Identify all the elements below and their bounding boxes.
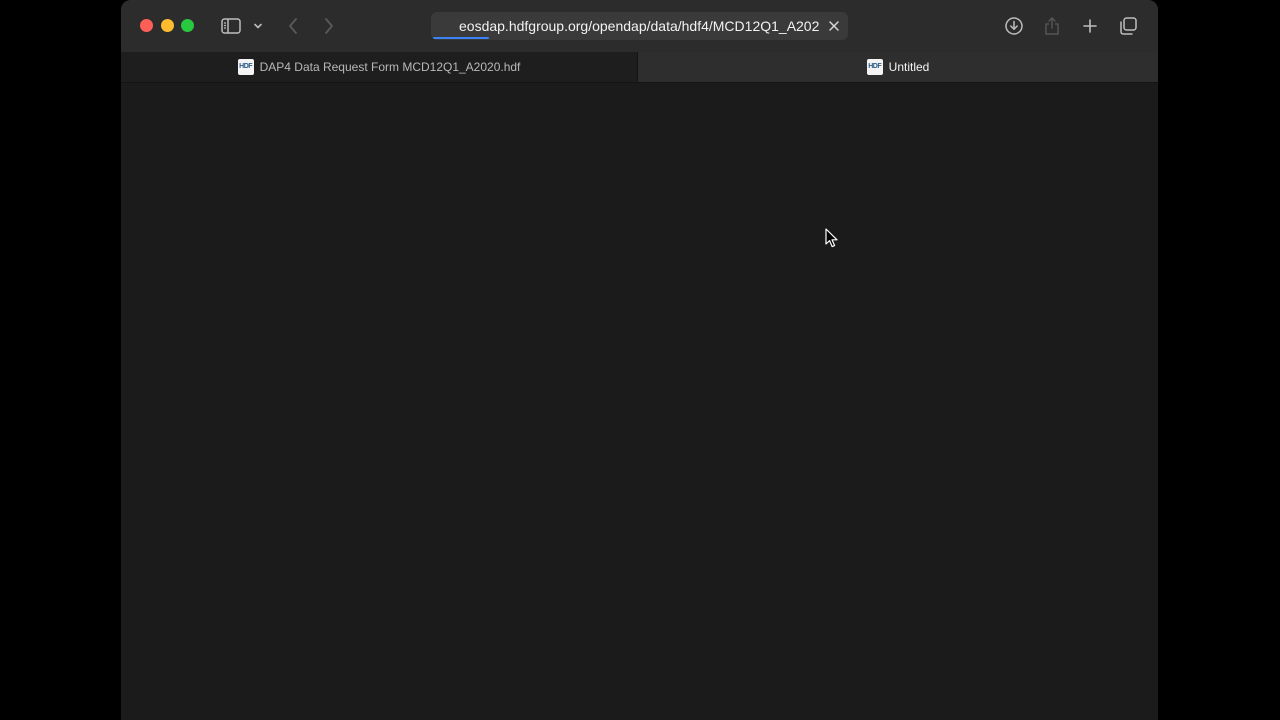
chevron-left-icon[interactable] [283,14,303,38]
tab-title: Untitled [888,60,930,74]
address-bar[interactable]: eosdap.hdfgroup.org/opendap/data/hdf4/MC… [431,12,848,40]
browser-toolbar: eosdap.hdfgroup.org/opendap/data/hdf4/MC… [121,0,1158,52]
plus-icon[interactable] [1079,14,1101,38]
minimize-window-icon[interactable] [161,19,174,32]
chevron-right-icon[interactable] [319,14,339,38]
browser-window: eosdap.hdfgroup.org/opendap/data/hdf4/MC… [121,0,1158,720]
tab-dap4-data-request-form[interactable]: HDF DAP4 Data Request Form MCD12Q1_A2020… [121,52,638,82]
hdf-favicon-icon: HDF [237,59,254,75]
page-load-progress [433,37,489,39]
share-icon[interactable] [1041,14,1063,38]
address-url[interactable]: eosdap.hdfgroup.org/opendap/data/hdf4/MC… [459,18,819,34]
download-icon[interactable] [1003,14,1025,38]
page-content[interactable] [121,83,1158,720]
mouse-pointer-icon [825,228,838,248]
chevron-down-icon[interactable] [251,14,265,38]
close-window-icon[interactable] [140,19,153,32]
tab-overview-icon[interactable] [1117,14,1139,38]
close-icon[interactable] [824,16,844,36]
tab-untitled[interactable]: HDF Untitled [638,52,1158,82]
maximize-window-icon[interactable] [181,19,194,32]
tab-bar: HDF DAP4 Data Request Form MCD12Q1_A2020… [121,52,1158,83]
tab-title: DAP4 Data Request Form MCD12Q1_A2020.hdf [259,60,521,74]
hdf-favicon-icon: HDF [866,59,883,75]
sidebar-icon[interactable] [219,14,243,38]
